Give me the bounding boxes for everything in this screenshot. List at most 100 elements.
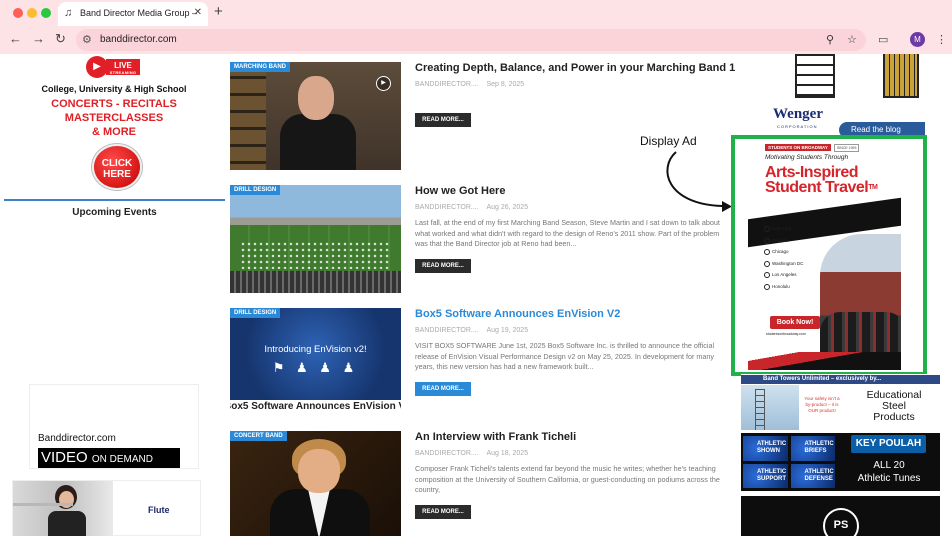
zoom-icon[interactable]: ⚲: [826, 33, 834, 46]
video-on-demand-ad[interactable]: Banddirector.com VIDEO ON DEMAND: [29, 384, 199, 469]
concert-live-ad[interactable]: ▶ LIVE STREAMING College, University & Hi…: [29, 54, 199, 192]
live-label: LIVE: [114, 61, 132, 70]
site-settings-icon[interactable]: ⚙: [82, 33, 92, 46]
students-photo: [820, 234, 901, 370]
post-thumbnail[interactable]: MARCHING BAND ▶: [230, 62, 401, 170]
read-more-button[interactable]: READ MORE...: [415, 382, 471, 396]
book-now-button[interactable]: Book Now!: [770, 316, 820, 329]
kp-line2: Athletic Tunes: [857, 473, 921, 484]
cart-image: [883, 54, 919, 98]
towers-header: Band Towers Unlimited – exclusively by..…: [741, 375, 940, 384]
tab-title: Band Director Media Group –: [80, 8, 198, 18]
menu-kebab-icon[interactable]: ⋮: [936, 33, 947, 46]
read-more-button[interactable]: READ MORE...: [415, 505, 471, 519]
athletic-tile: ATHLETIC BRIEFS: [790, 436, 835, 461]
page-content: ▶ LIVE STREAMING College, University & Hi…: [0, 54, 952, 536]
post-meta: BANDDIRECTOR.... Sep 8, 2025: [415, 81, 524, 88]
play-icon[interactable]: ▶: [376, 76, 391, 91]
students-on-broadway-ad[interactable]: STUDENTS ON BROADWAY SINCE 1993 Motivati…: [748, 140, 901, 370]
ps-ad[interactable]: PS: [741, 496, 940, 536]
post-thumbnail[interactable]: Introducing EnVision v2! ⚑ ♟ ♟ ♟ DRILL D…: [230, 308, 401, 400]
sob-tag: STUDENTS ON BROADWAY: [765, 144, 831, 151]
vod-site-label: Banddirector.com: [38, 433, 116, 444]
band-towers-ad[interactable]: Band Towers Unlimited – exclusively by..…: [741, 374, 940, 430]
category-badge[interactable]: DRILL DESIGN: [230, 308, 281, 318]
educational-steel-products-logo: Educational Steel Products: [849, 390, 939, 423]
ps-logo: PS: [823, 508, 859, 536]
sob-title: Arts-Inspired Student TravelTM: [765, 165, 878, 196]
thumbnail-text: Introducing EnVision v2!: [264, 344, 367, 355]
flute-ad[interactable]: Flute: [12, 480, 201, 536]
vod-video-label: VIDEO: [41, 449, 88, 466]
post-author[interactable]: BANDDIRECTOR....: [415, 327, 479, 334]
vod-on-demand-label: ON DEMAND: [91, 454, 153, 465]
key-poulah-text: ALL 20 Athletic Tunes: [841, 459, 937, 485]
click-here-button[interactable]: CLICK HERE: [92, 144, 142, 190]
list-item: Los Angeles: [764, 272, 803, 284]
maximize-window-button[interactable]: [41, 8, 51, 18]
flute-player-photo: [13, 481, 113, 536]
list-item: New York: [764, 226, 803, 238]
post-thumbnail[interactable]: CONCERT BAND: [230, 431, 401, 536]
post-meta: BANDDIRECTOR.... Aug 19, 2025: [415, 327, 528, 334]
brand-line3: Products: [873, 411, 915, 423]
close-icon[interactable]: ✕: [194, 7, 202, 18]
category-badge[interactable]: MARCHING BAND: [230, 62, 290, 72]
category-badge[interactable]: DRILL DESIGN: [230, 185, 281, 195]
flute-label: Flute: [148, 505, 170, 515]
list-item: Washington DC: [764, 260, 803, 273]
play-icon: ▶: [86, 56, 108, 78]
back-icon[interactable]: ←: [9, 31, 22, 46]
post-author[interactable]: BANDDIRECTOR....: [415, 450, 479, 457]
decorative-bar: [748, 352, 901, 370]
live-streaming-logo: ▶ LIVE STREAMING: [86, 56, 140, 78]
post-meta: BANDDIRECTOR.... Aug 26, 2025: [415, 204, 528, 211]
post-excerpt: VISIT BOX5 SOFTWARE June 1st, 2025 Box5 …: [415, 341, 715, 371]
post-author[interactable]: BANDDIRECTOR....: [415, 81, 479, 88]
read-more-button[interactable]: READ MORE...: [415, 259, 471, 273]
sob-title-line2: Student Travel: [765, 179, 869, 196]
key-poulah-ad[interactable]: ATHLETIC SHOWN ATHLETIC BRIEFS ATHLETIC …: [741, 433, 940, 491]
athletic-tiles: ATHLETIC SHOWN ATHLETIC BRIEFS ATHLETIC …: [743, 436, 835, 488]
towers-safety-text: Your safety isn't a by-product – it is O…: [804, 396, 840, 413]
key-poulah-logo: KEY POULAH: [851, 435, 926, 453]
minimize-window-button[interactable]: [27, 8, 37, 18]
wenger-ad[interactable]: Wenger CORPORATION Read the blog: [755, 54, 925, 138]
forward-icon[interactable]: →: [32, 31, 45, 46]
post-author[interactable]: BANDDIRECTOR....: [415, 204, 479, 211]
tower-image: [741, 385, 799, 430]
reload-icon[interactable]: ↻: [55, 31, 66, 47]
new-tab-button[interactable]: +: [214, 3, 223, 20]
thumbnail-caption: Box5 Software Announces EnVision V2: [230, 401, 401, 412]
reading-list-icon[interactable]: ▭: [878, 33, 888, 46]
live-sub-label: STREAMING: [109, 70, 137, 75]
ad-line-1: College, University & High School: [41, 84, 187, 94]
athletic-tile: ATHLETIC SUPPORT: [743, 463, 788, 488]
tab-active[interactable]: ♫ Band Director Media Group – ✕: [58, 2, 208, 26]
ad-line-3: MASTERCLASSES: [64, 112, 164, 124]
post-title[interactable]: An Interview with Frank Ticheli: [415, 431, 725, 443]
post-date: Aug 18, 2025: [486, 450, 529, 457]
marchers-icon: ⚑ ♟ ♟ ♟: [272, 360, 359, 375]
upcoming-events-heading: Upcoming Events: [72, 207, 157, 218]
post-date: Aug 19, 2025: [486, 327, 529, 334]
post-excerpt: Composer Frank Ticheli's talents extend …: [415, 464, 720, 494]
post-title[interactable]: Creating Depth, Balance, and Power in yo…: [415, 62, 735, 74]
bookmark-star-icon[interactable]: ☆: [847, 33, 857, 46]
post-title[interactable]: Box5 Software Announces EnVision V2: [415, 308, 725, 320]
ad-line-4: & MORE: [92, 126, 136, 138]
url-text[interactable]: banddirector.com: [100, 34, 177, 45]
post-thumbnail[interactable]: DRILL DESIGN: [230, 185, 401, 293]
ad-line-2: CONCERTS - RECITALS: [51, 98, 177, 110]
category-badge[interactable]: CONCERT BAND: [230, 431, 287, 441]
read-more-button[interactable]: READ MORE...: [415, 113, 471, 127]
post-excerpt: Last fall, at the end of my first Marchi…: [415, 218, 720, 248]
wenger-logo: Wenger: [773, 106, 823, 122]
close-window-button[interactable]: [13, 8, 23, 18]
wenger-sub: CORPORATION: [777, 124, 818, 129]
browser-toolbar: ← → ↻ ⚙ banddirector.com ⚲ ☆ ▭ M ⋮: [0, 26, 952, 54]
athletic-tile: ATHLETIC SHOWN: [743, 436, 788, 461]
profile-avatar[interactable]: M: [910, 32, 925, 47]
address-bar[interactable]: ⚙ banddirector.com ⚲ ☆: [76, 29, 866, 51]
sob-motto: Motivating Students Through: [765, 154, 849, 161]
